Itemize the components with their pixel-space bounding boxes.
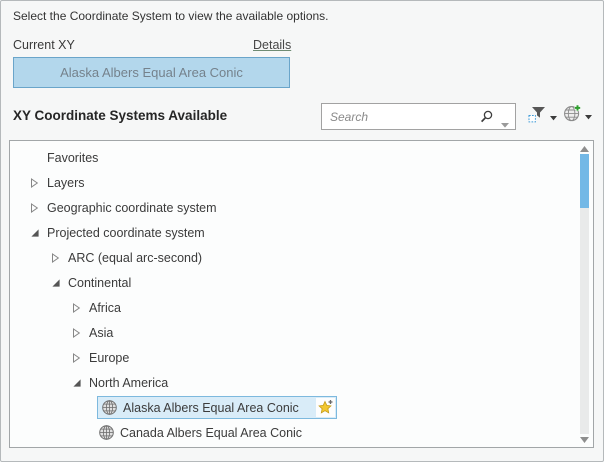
tree-item-label: Geographic coordinate system [47, 201, 217, 215]
selected-item-box[interactable]: Alaska Albers Equal Area Conic [97, 396, 337, 419]
add-chevron-down-icon [585, 107, 592, 125]
expander-expanded-icon[interactable] [72, 378, 89, 388]
tree-item-arc-equal-arc-second[interactable]: ARC (equal arc-second) [10, 245, 576, 270]
coordinate-system-dialog: Select the Coordinate System to view the… [0, 0, 604, 462]
tree-item-label: Favorites [47, 151, 98, 165]
current-xy-value-box[interactable]: Alaska Albers Equal Area Conic [13, 57, 290, 88]
tree-item-geographic-coordinate-system[interactable]: Geographic coordinate system [10, 195, 576, 220]
filter-chevron-down-icon [550, 108, 557, 126]
expander-collapsed-icon[interactable] [51, 253, 68, 263]
add-coordinate-system-button[interactable] [563, 106, 592, 126]
tree-item-north-america[interactable]: North America [10, 370, 576, 395]
expander-collapsed-icon[interactable] [72, 303, 89, 313]
tree-item-favorites[interactable]: Favorites [10, 145, 576, 170]
tree-item-continental[interactable]: Continental [10, 270, 576, 295]
expander-collapsed-icon[interactable] [72, 328, 89, 338]
scrollbar-thumb[interactable] [580, 154, 589, 208]
globe-icon [101, 399, 118, 416]
section-title: XY Coordinate Systems Available [13, 108, 227, 123]
expander-collapsed-icon[interactable] [30, 203, 47, 213]
tree-item-label: Canada Albers Equal Area Conic [120, 426, 302, 440]
vertical-scrollbar [578, 143, 591, 445]
details-link[interactable]: Details [253, 38, 291, 52]
expander-collapsed-icon[interactable] [30, 178, 47, 188]
instruction-text: Select the Coordinate System to view the… [13, 9, 329, 23]
globe-icon [98, 424, 115, 441]
search-icon[interactable] [480, 110, 493, 124]
tree-item-alaska-albers-equal-area-conic[interactable]: Alaska Albers Equal Area Conic [10, 395, 576, 420]
tree-item-label: Continental [68, 276, 131, 290]
expander-expanded-icon[interactable] [30, 228, 47, 238]
coordinate-tree-panel: Favorites Layers Geographic coordinate sys… [9, 140, 594, 448]
tree-item-label: Asia [89, 326, 113, 340]
tree-item-label: ARC (equal arc-second) [68, 251, 202, 265]
tree-item-canada-albers-equal-area-conic[interactable]: Canada Albers Equal Area Conic [10, 420, 576, 445]
scrollbar-track[interactable] [580, 154, 589, 434]
tree-item-label: North America [89, 376, 168, 390]
tree-item-europe[interactable]: Europe [10, 345, 576, 370]
tree-item-layers[interactable]: Layers [10, 170, 576, 195]
expander-collapsed-icon[interactable] [72, 353, 89, 363]
tree-item-projected-coordinate-system[interactable]: Projected coordinate system [10, 220, 576, 245]
scroll-up-triangle-up-icon[interactable] [578, 143, 591, 154]
search-options-chevron-down-icon[interactable] [501, 115, 509, 133]
search-input[interactable] [322, 104, 482, 129]
funnel-icon [528, 106, 547, 128]
current-xy-label: Current XY [13, 38, 75, 52]
tree-item-label: Europe [89, 351, 129, 365]
globe-plus-icon [563, 104, 582, 128]
coordinate-tree: Favorites Layers Geographic coordinate sys… [10, 145, 576, 446]
tree-item-label: Africa [89, 301, 121, 315]
scroll-down-triangle-down-icon[interactable] [578, 434, 591, 445]
tree-item-asia[interactable]: Asia [10, 320, 576, 345]
filter-button[interactable] [528, 107, 557, 127]
tree-item-label: Projected coordinate system [47, 226, 205, 240]
tree-item-label: Layers [47, 176, 85, 190]
search-box [321, 103, 516, 130]
current-xy-value: Alaska Albers Equal Area Conic [60, 65, 243, 80]
tree-item-canada-lambert-conformal-conic[interactable]: Canada Lambert Conformal Conic [10, 445, 576, 446]
expander-expanded-icon[interactable] [51, 278, 68, 288]
tree-item-label: Alaska Albers Equal Area Conic [123, 401, 299, 415]
add-to-favorites-star-icon[interactable] [316, 398, 335, 417]
tree-item-africa[interactable]: Africa [10, 295, 576, 320]
